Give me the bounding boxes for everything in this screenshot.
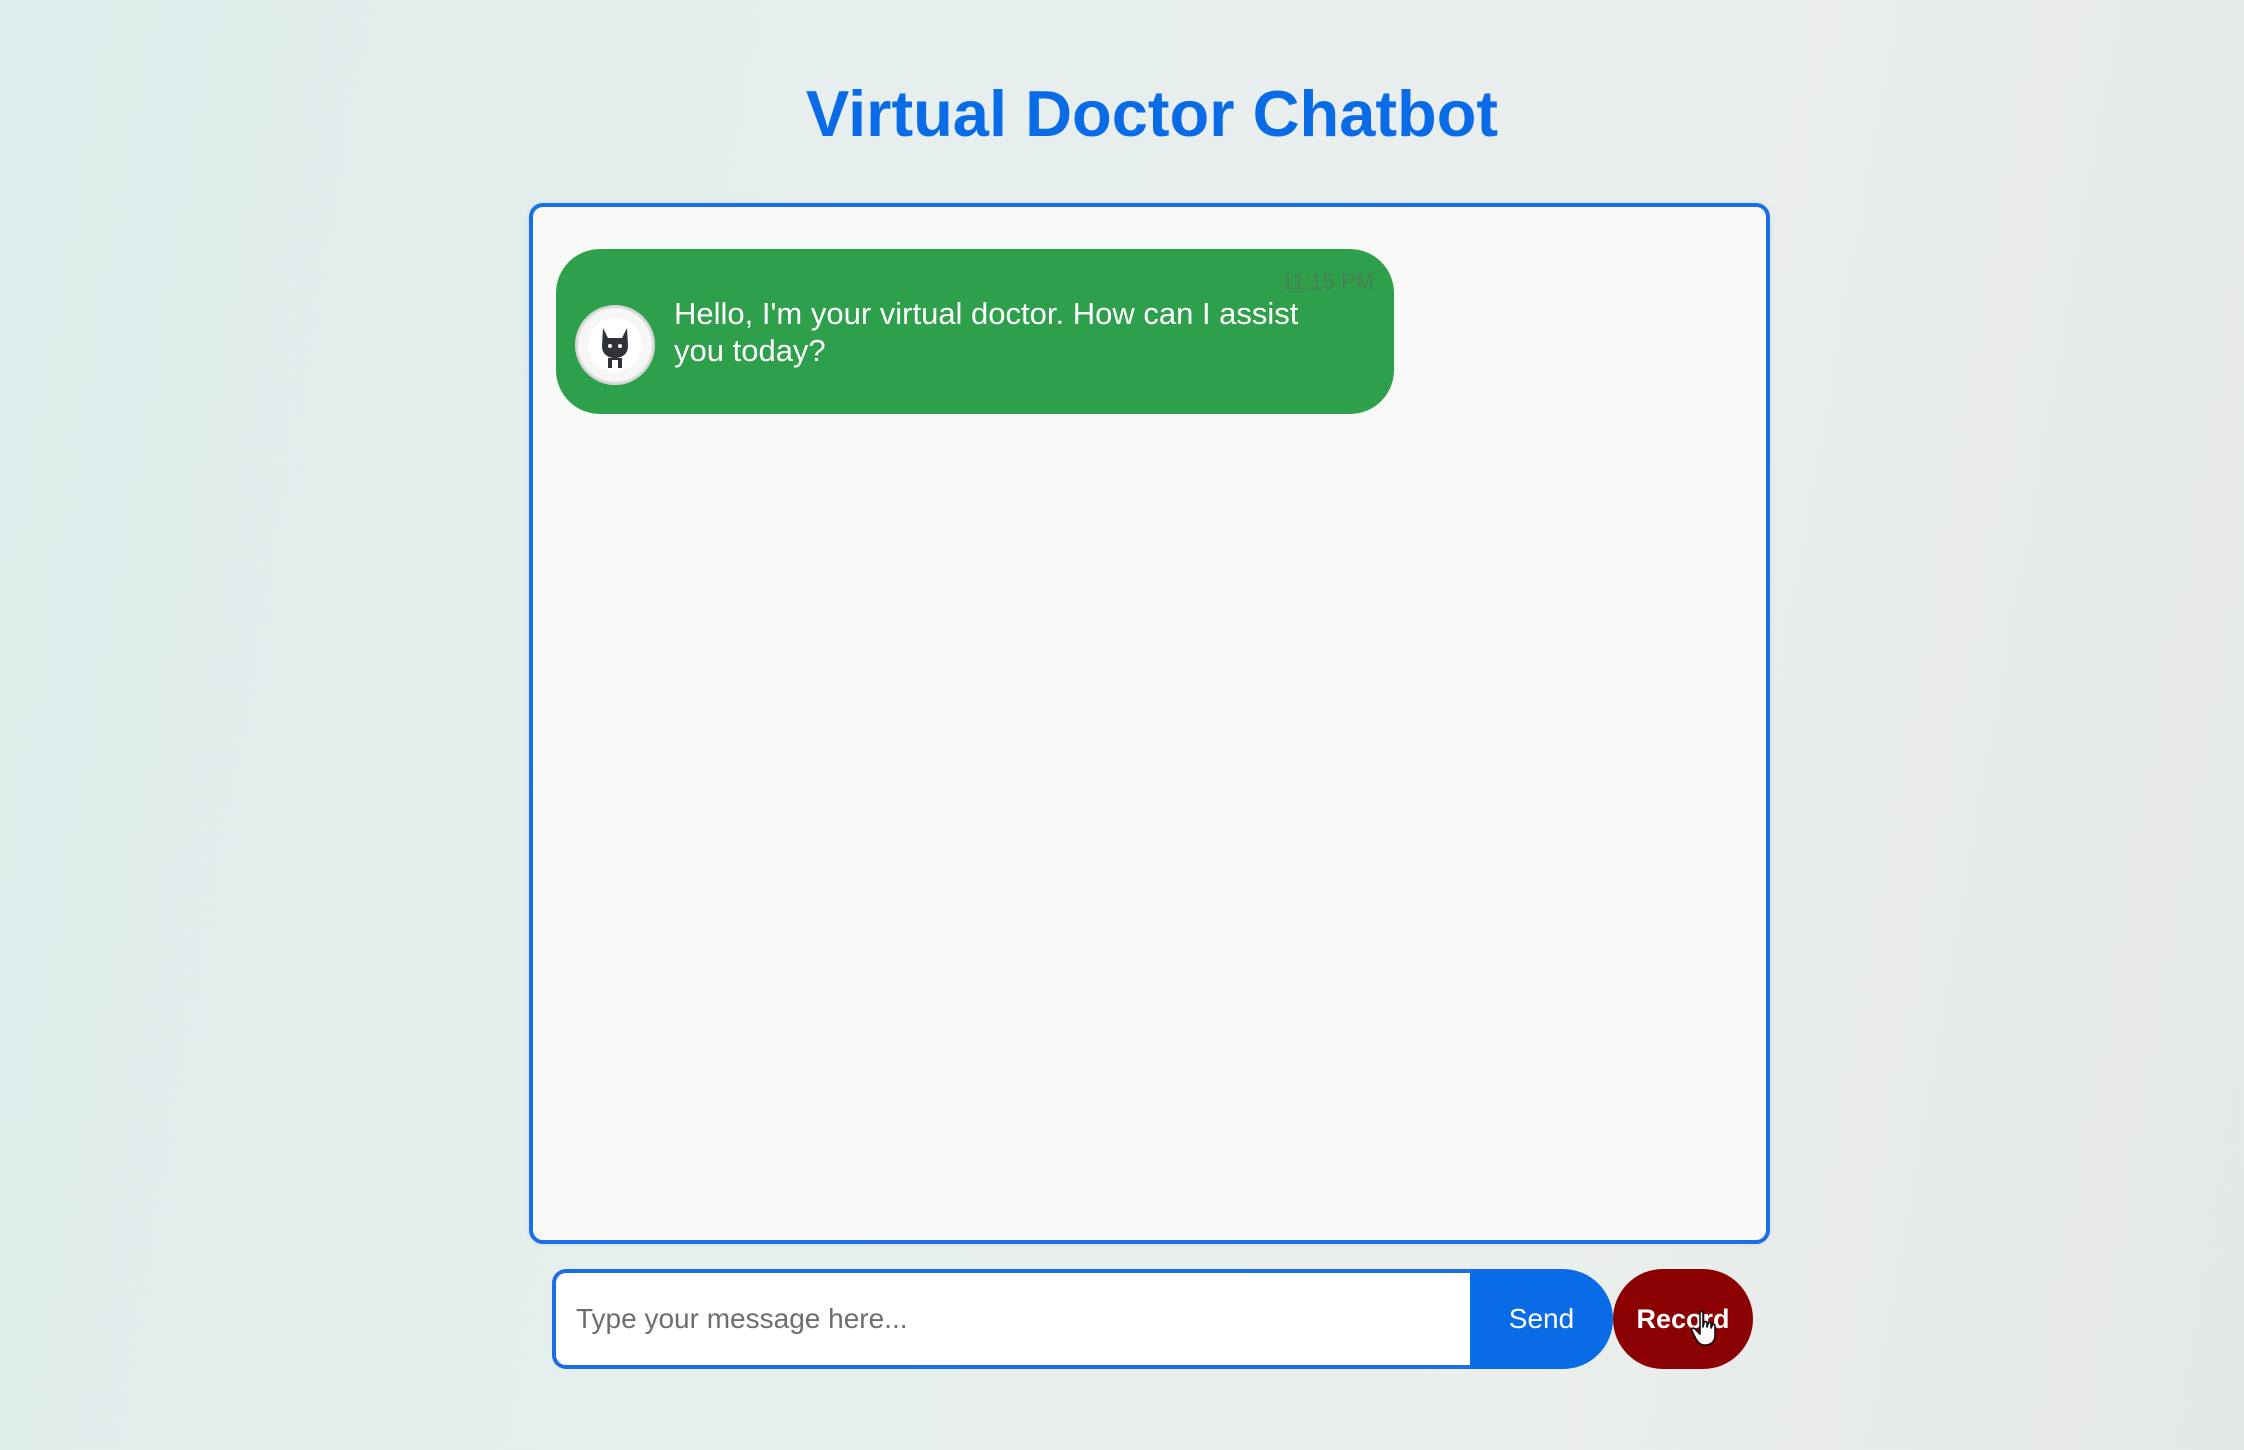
cat-avatar-icon xyxy=(588,318,642,372)
record-button[interactable]: Record xyxy=(1613,1269,1753,1369)
chat-window[interactable]: 11:15 PM Hello, I'm your virtual doctor.… xyxy=(529,203,1770,1244)
message-text: Hello, I'm your virtual doctor. How can … xyxy=(674,296,1299,368)
send-button[interactable]: Send xyxy=(1470,1269,1613,1369)
message-timestamp: 11:15 PM xyxy=(1281,269,1374,294)
bot-avatar xyxy=(575,305,655,385)
bot-message: 11:15 PM Hello, I'm your virtual doctor.… xyxy=(556,249,1394,414)
message-input[interactable] xyxy=(552,1269,1472,1369)
composer: Send Record xyxy=(552,1269,1753,1369)
page-title: Virtual Doctor Chatbot xyxy=(805,77,1499,150)
